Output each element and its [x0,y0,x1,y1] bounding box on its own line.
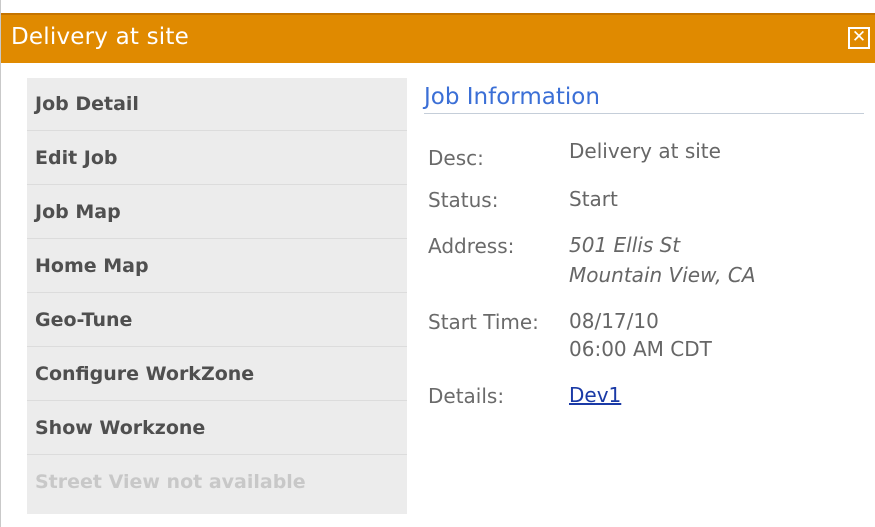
dialog-titlebar: Delivery at site ✕ [1,13,875,63]
desc-value: Delivery at site [569,139,721,163]
start-time-value: 06:00 AM CDT [569,337,712,361]
action-menu: Job Detail Edit Job Job Map Home Map Geo… [27,78,407,514]
menu-item-show-workzone[interactable]: Show Workzone [27,402,407,455]
menu-item-edit-job[interactable]: Edit Job [27,132,407,185]
desc-label: Desc: [428,146,484,170]
address-line-2: Mountain View, CA [569,263,756,287]
status-value: Start [569,187,618,211]
start-date-value: 08/17/10 [569,309,659,333]
start-time-label: Start Time: [428,310,539,334]
details-value: Dev1 [569,382,621,409]
job-dialog: Delivery at site ✕ Job Detail Edit Job J… [0,0,875,527]
details-label: Details: [428,384,505,408]
menu-item-street-view: Street View not available [35,471,306,493]
menu-item-configure-workzone[interactable]: Configure WorkZone [27,348,407,401]
address-line-1: 501 Ellis St [569,233,681,257]
close-glyph: ✕ [851,27,867,47]
status-label: Status: [428,188,499,212]
job-info-heading: Job Information [424,84,600,110]
menu-item-home-map[interactable]: Home Map [27,240,407,293]
address-label: Address: [428,234,515,258]
menu-item-job-map[interactable]: Job Map [27,186,407,239]
details-link[interactable]: Dev1 [569,383,621,407]
close-icon[interactable]: ✕ [848,27,870,49]
menu-item-job-detail[interactable]: Job Detail [27,78,407,131]
section-divider [424,113,864,114]
menu-item-geo-tune[interactable]: Geo-Tune [27,294,407,347]
dialog-title: Delivery at site [11,24,189,50]
